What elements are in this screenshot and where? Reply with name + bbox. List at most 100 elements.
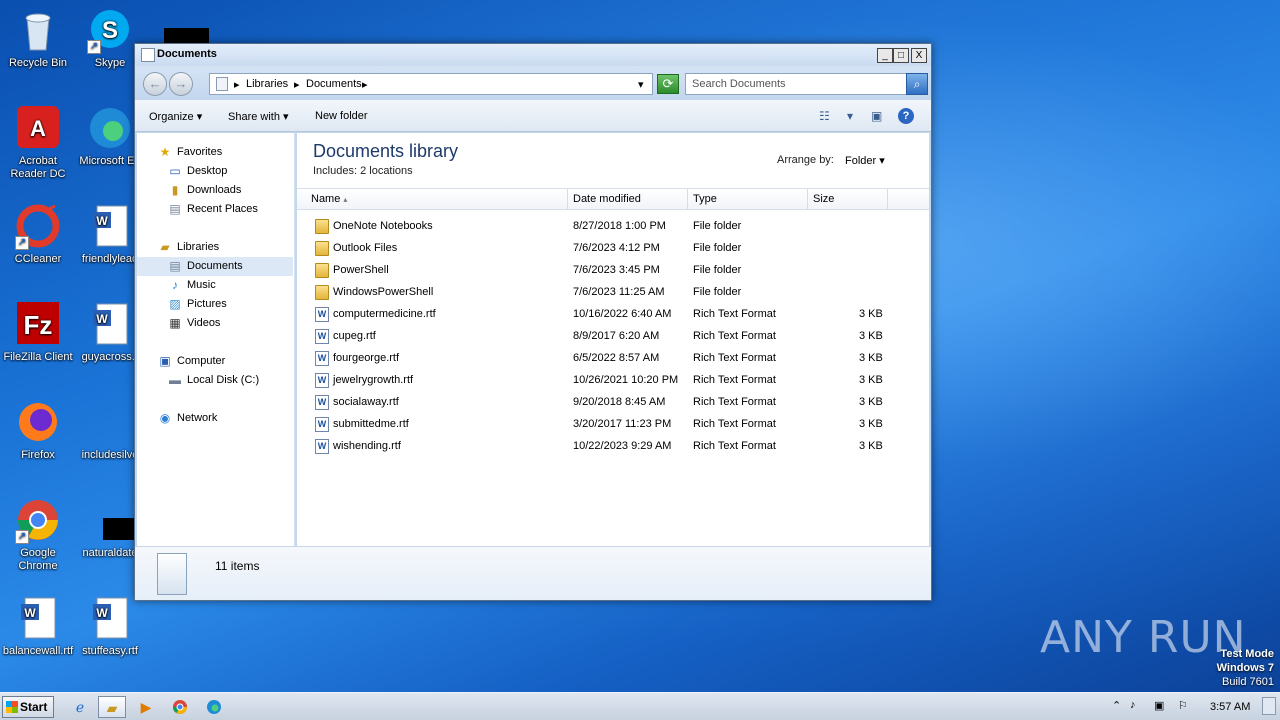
nav-documents[interactable]: ▤ Documents bbox=[137, 257, 293, 276]
file-size: 3 KB bbox=[859, 308, 883, 320]
view-dropdown-icon[interactable]: ▾ bbox=[847, 108, 853, 124]
volume-icon[interactable]: ♪ bbox=[1130, 699, 1136, 711]
share-with-button[interactable]: Share with ▾ bbox=[228, 110, 289, 123]
back-button[interactable]: ← bbox=[143, 72, 167, 96]
start-button[interactable]: Start bbox=[2, 696, 54, 718]
network-tray-icon[interactable]: ▣ bbox=[1154, 699, 1164, 712]
file-type: Rich Text Format bbox=[693, 330, 776, 342]
file-row[interactable]: Wfourgeorge.rtf 6/5/2022 8:57 AM Rich Text… bbox=[297, 348, 929, 370]
action-center-flag-icon[interactable]: ⚐ bbox=[1178, 699, 1188, 712]
nav-libraries[interactable]: ▰ Libraries bbox=[137, 238, 293, 257]
column-divider[interactable] bbox=[807, 189, 808, 210]
desktop-icon-stuffeasy[interactable]: W stuffeasy.rtf bbox=[72, 596, 148, 658]
file-row[interactable]: Wwishending.rtf 10/22/2023 9:29 AM Rich Te… bbox=[297, 436, 929, 458]
address-bar[interactable]: ▸ Libraries ▸ Documents ▸ ▾ bbox=[209, 73, 653, 95]
chrome-icon[interactable] bbox=[166, 696, 194, 718]
file-row[interactable]: Wcupeg.rtf 8/9/2017 6:20 AM Rich Text Form… bbox=[297, 326, 929, 348]
breadcrumb-documents[interactable]: Documents bbox=[306, 78, 362, 90]
file-size: 3 KB bbox=[859, 374, 883, 386]
nav-downloads[interactable]: ▮ Downloads bbox=[137, 181, 293, 200]
file-row[interactable]: Wjewelrygrowth.rtf 10/26/2021 10:20 PM Ric… bbox=[297, 370, 929, 392]
new-folder-button[interactable]: New folder bbox=[315, 110, 368, 122]
refresh-button[interactable]: ⟳ bbox=[657, 74, 679, 94]
desktop-icon-recycle-bin[interactable]: Recycle Bin bbox=[0, 8, 76, 70]
title-bar[interactable]: Documents _ □ X bbox=[135, 44, 931, 66]
file-type: Rich Text Format bbox=[693, 374, 776, 386]
nav-favorites[interactable]: ★ Favorites bbox=[137, 143, 293, 162]
column-divider[interactable] bbox=[687, 189, 688, 210]
libraries-icon: ▰ bbox=[160, 240, 170, 254]
rtf-document-icon: W bbox=[315, 395, 329, 410]
library-includes[interactable]: Includes: 2 locations bbox=[313, 165, 413, 177]
breadcrumb-chevron-icon[interactable]: ▸ bbox=[234, 78, 240, 91]
library-document-icon bbox=[157, 553, 187, 595]
organize-label: Organize bbox=[149, 111, 194, 123]
view-options-icon[interactable]: ☷ bbox=[819, 108, 830, 124]
breadcrumb-chevron-icon[interactable]: ▸ bbox=[362, 78, 368, 91]
column-date-modified[interactable]: Date modified bbox=[573, 193, 641, 213]
help-icon[interactable]: ? bbox=[898, 108, 914, 124]
desktop-icon-balancewall[interactable]: W balancewall.rtf bbox=[0, 596, 76, 658]
file-row[interactable]: Wsubmittedme.rtf 3/20/2017 11:23 PM Rich T… bbox=[297, 414, 929, 436]
column-name[interactable]: Name ▴ bbox=[311, 193, 347, 213]
desktop-icon-label: stuffeasy.rtf bbox=[82, 645, 138, 657]
folder-icon bbox=[315, 263, 329, 278]
column-divider[interactable] bbox=[567, 189, 568, 210]
forward-button[interactable]: → bbox=[169, 72, 193, 96]
file-row[interactable]: WindowsPowerShell 7/6/2023 11:25 AM File f… bbox=[297, 282, 929, 304]
ie-icon[interactable]: ℯ bbox=[66, 696, 94, 718]
column-size[interactable]: Size bbox=[813, 193, 834, 213]
file-row[interactable]: Outlook Files 7/6/2023 4:12 PM File folder bbox=[297, 238, 929, 260]
explorer-icon[interactable]: ▰ bbox=[98, 696, 126, 718]
file-row[interactable]: Wsocialaway.rtf 9/20/2018 8:45 AM Rich Tex… bbox=[297, 392, 929, 414]
address-dropdown-icon[interactable]: ▾ bbox=[638, 78, 644, 91]
nav-pictures[interactable]: ▨ Pictures bbox=[137, 295, 293, 314]
file-row[interactable]: Wcomputermedicine.rtf 10/16/2022 6:40 AM R… bbox=[297, 304, 929, 326]
desktop-icon-ccleaner[interactable]: ↗ CCleaner bbox=[0, 204, 76, 266]
media-player-icon[interactable]: ▶ bbox=[132, 696, 160, 718]
file-date-modified: 9/20/2018 8:45 AM bbox=[573, 396, 666, 408]
column-divider[interactable] bbox=[887, 189, 888, 210]
file-type: File folder bbox=[693, 242, 742, 254]
maximize-button[interactable]: □ bbox=[893, 48, 909, 63]
file-name: socialaway.rtf bbox=[333, 396, 399, 408]
nav-desktop[interactable]: ▭ Desktop bbox=[137, 162, 293, 181]
word-doc-icon: W bbox=[15, 596, 61, 642]
nav-label: Libraries bbox=[177, 241, 220, 253]
search-input[interactable]: Search Documents bbox=[685, 73, 907, 95]
nav-videos[interactable]: ▦ Videos bbox=[137, 314, 293, 333]
nav-network[interactable]: ◉ Network bbox=[137, 409, 293, 428]
nav-computer[interactable]: ▣ Computer bbox=[137, 352, 293, 371]
file-name: submittedme.rtf bbox=[333, 418, 409, 430]
show-desktop-button[interactable] bbox=[1262, 697, 1276, 715]
column-type[interactable]: Type bbox=[693, 193, 717, 213]
file-name: WindowsPowerShell bbox=[333, 286, 434, 298]
rtf-document-icon: W bbox=[315, 439, 329, 454]
show-hidden-icons-icon[interactable]: ⌃ bbox=[1112, 699, 1121, 712]
breadcrumb-chevron-icon[interactable]: ▸ bbox=[294, 78, 300, 91]
nav-local-disk[interactable]: ▬ Local Disk (C:) bbox=[137, 371, 293, 390]
search-icon[interactable]: ⌕ bbox=[906, 73, 928, 95]
arrange-by-dropdown[interactable]: Folder ▾ bbox=[845, 154, 885, 167]
preview-pane-icon[interactable]: ▣ bbox=[871, 108, 882, 124]
nav-label: Downloads bbox=[187, 184, 242, 196]
minimize-button[interactable]: _ bbox=[877, 48, 893, 63]
clock[interactable]: 3:57 AM bbox=[1210, 701, 1250, 713]
desktop-icon-chrome[interactable]: ↗ Google Chrome bbox=[0, 498, 76, 573]
nav-music[interactable]: ♪ Music bbox=[137, 276, 293, 295]
word-doc-icon: W bbox=[87, 204, 133, 250]
desktop-icon-acrobat[interactable]: A Acrobat Reader DC bbox=[0, 106, 76, 181]
desktop-icon-filezilla[interactable]: Fz FileZilla Client bbox=[0, 302, 76, 364]
breadcrumb-libraries[interactable]: Libraries bbox=[246, 78, 288, 90]
close-button[interactable]: X bbox=[911, 48, 927, 63]
file-type: File folder bbox=[693, 286, 742, 298]
watermark-line: Windows 7 bbox=[1216, 662, 1274, 674]
file-row[interactable]: OneNote Notebooks 8/27/2018 1:00 PM File f… bbox=[297, 216, 929, 238]
file-date-modified: 3/20/2017 11:23 PM bbox=[573, 418, 672, 430]
nav-recent-places[interactable]: ▤ Recent Places bbox=[137, 200, 293, 219]
organize-button[interactable]: Organize ▾ bbox=[149, 110, 202, 123]
edge-icon[interactable] bbox=[200, 696, 228, 718]
file-row[interactable]: PowerShell 7/6/2023 3:45 PM File folder bbox=[297, 260, 929, 282]
file-type: Rich Text Format bbox=[693, 396, 776, 408]
desktop-icon-firefox[interactable]: Firefox bbox=[0, 400, 76, 462]
